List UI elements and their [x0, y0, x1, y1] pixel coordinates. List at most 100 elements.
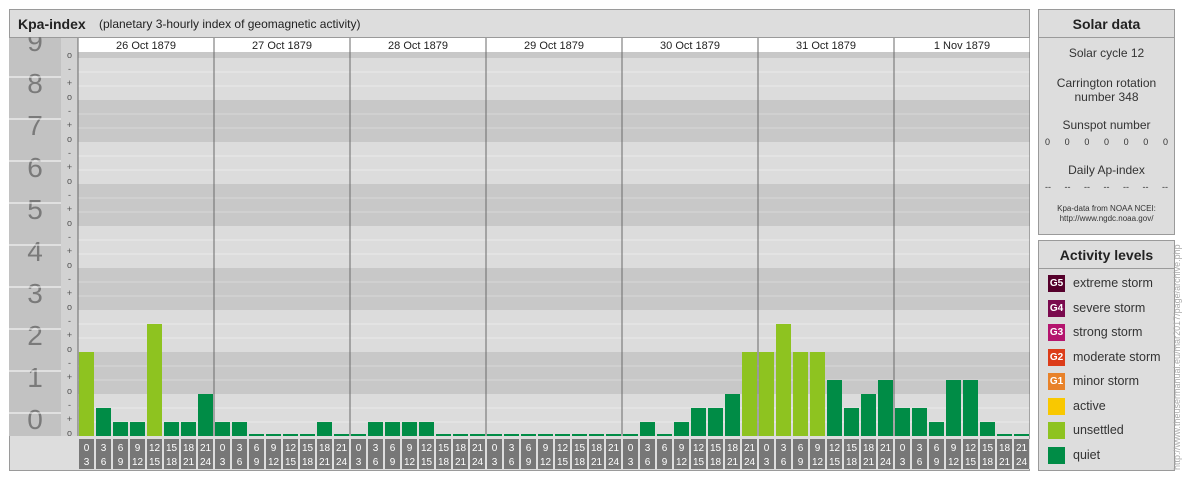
- minor-mark: -: [68, 190, 71, 200]
- kp-bar: [589, 434, 604, 436]
- carrington-rotation-number: number 348: [1074, 90, 1139, 104]
- ap-index-value: --: [1103, 182, 1110, 192]
- hour-label-start: 18: [319, 443, 331, 454]
- hour-label-end: 6: [917, 457, 923, 468]
- minor-mark: -: [68, 274, 71, 284]
- hour-label-end: 24: [608, 457, 620, 468]
- legend-label: severe storm: [1073, 300, 1146, 315]
- kp-bar: [164, 422, 179, 436]
- ap-index-value: --: [1123, 182, 1129, 192]
- legend-swatch: G3: [1048, 324, 1065, 341]
- hour-label-start: 3: [917, 443, 923, 454]
- minor-mark: o: [67, 176, 72, 186]
- kp-bar: [266, 434, 281, 436]
- hour-label-start: 0: [764, 443, 770, 454]
- hour-label-end: 24: [336, 457, 348, 468]
- kp-bar: [385, 422, 400, 436]
- hour-label-end: 21: [183, 457, 195, 468]
- kp-bar: [555, 434, 570, 436]
- kp-bar: [640, 422, 655, 436]
- hour-label-end: 21: [863, 457, 875, 468]
- hour-label-end: 24: [200, 457, 212, 468]
- legend-swatch: [1048, 422, 1065, 439]
- minor-mark: o: [67, 386, 72, 396]
- minor-mark: -: [68, 64, 71, 74]
- hour-label-end: 15: [421, 457, 433, 468]
- minor-mark: -: [68, 148, 71, 158]
- kp-bar: [606, 434, 621, 436]
- hour-label-start: 12: [285, 443, 297, 454]
- y-tick-label: 1: [27, 362, 43, 393]
- hour-label-end: 6: [509, 457, 515, 468]
- hour-label-start: 6: [934, 443, 940, 454]
- chart-subtitle: (planetary 3-hourly index of geomagnetic…: [99, 17, 361, 31]
- ap-index-value: --: [1142, 182, 1149, 192]
- kp-bar: [317, 422, 332, 436]
- legend-swatch: [1048, 397, 1065, 415]
- hour-label-end: 21: [455, 457, 467, 468]
- source-line-1: Kpa-data from NOAA NCEI:: [1057, 204, 1156, 213]
- kp-bar: [674, 422, 689, 436]
- hour-label-start: 0: [628, 443, 634, 454]
- hour-label-end: 3: [356, 457, 362, 468]
- y-tick-label: 5: [27, 194, 43, 225]
- kp-bar: [504, 434, 519, 436]
- hour-label-start: 6: [662, 443, 668, 454]
- carrington-rotation-label: Carrington rotation: [1056, 76, 1157, 90]
- kp-band-7: [78, 100, 1030, 142]
- hour-label-start: 12: [965, 443, 977, 454]
- day-label: 27 Oct 1879: [252, 40, 312, 52]
- legend-swatch: G4: [1048, 299, 1065, 317]
- hour-label-end: 6: [237, 457, 243, 468]
- hour-label-start: 9: [679, 443, 685, 454]
- hour-label-end: 6: [373, 457, 379, 468]
- kp-bar: [232, 422, 247, 436]
- kp-bar: [844, 407, 859, 436]
- y-tick-label: 2: [27, 320, 43, 351]
- y-tick-label: 8: [27, 68, 43, 99]
- activity-levels-panel: Activity levels G5 extreme storm G4 severe …: [1038, 240, 1175, 471]
- minor-mark: +: [67, 372, 72, 382]
- hour-label-start: 12: [421, 443, 433, 454]
- y-tick-label: 6: [27, 152, 43, 183]
- hour-label-end: 12: [404, 457, 416, 468]
- hour-label-start: 9: [271, 443, 277, 454]
- hour-label-end: 15: [693, 457, 705, 468]
- day-label: 1 Nov 1879: [934, 40, 990, 52]
- hour-label-end: 24: [1016, 457, 1028, 468]
- hour-label-start: 15: [302, 443, 314, 454]
- kp-bar: [810, 352, 825, 436]
- minor-mark: +: [67, 162, 72, 172]
- kp-bar: [861, 394, 876, 436]
- hour-label-start: 21: [472, 443, 484, 454]
- hour-label-end: 18: [574, 457, 586, 468]
- hour-label-end: 18: [302, 457, 314, 468]
- kp-bar: [742, 352, 757, 436]
- legend-swatch: G2: [1048, 348, 1065, 366]
- hour-label-start: 12: [149, 443, 161, 454]
- source-link[interactable]: http://www.ngdc.noaa.gov/: [1039, 214, 1174, 224]
- day-label: 29 Oct 1879: [524, 40, 584, 52]
- hour-label-end: 15: [965, 457, 977, 468]
- hour-label-end: 24: [472, 457, 484, 468]
- kp-bar: [283, 434, 298, 436]
- hour-label-start: 9: [407, 443, 413, 454]
- kp-bar: [895, 407, 910, 436]
- hour-label-start: 6: [390, 443, 396, 454]
- hour-label-end: 9: [662, 457, 668, 468]
- kp-bar: [878, 380, 893, 436]
- kp-bar: [334, 434, 349, 436]
- kp-bar: [113, 422, 128, 436]
- kp-band-4: [78, 226, 1030, 268]
- legend-label: extreme storm: [1073, 276, 1153, 290]
- hour-label-end: 6: [781, 457, 787, 468]
- hour-label-end: 15: [557, 457, 569, 468]
- hour-label-end: 12: [812, 457, 824, 468]
- hour-label-end: 21: [591, 457, 603, 468]
- kp-bar: [623, 434, 638, 436]
- watermark-url: http://www.theusermanual.eu/mar2017/page…: [1172, 244, 1182, 470]
- hour-label-end: 9: [526, 457, 532, 468]
- hour-label-start: 3: [101, 443, 107, 454]
- kp-bar: [793, 352, 808, 436]
- hour-label-end: 18: [982, 457, 994, 468]
